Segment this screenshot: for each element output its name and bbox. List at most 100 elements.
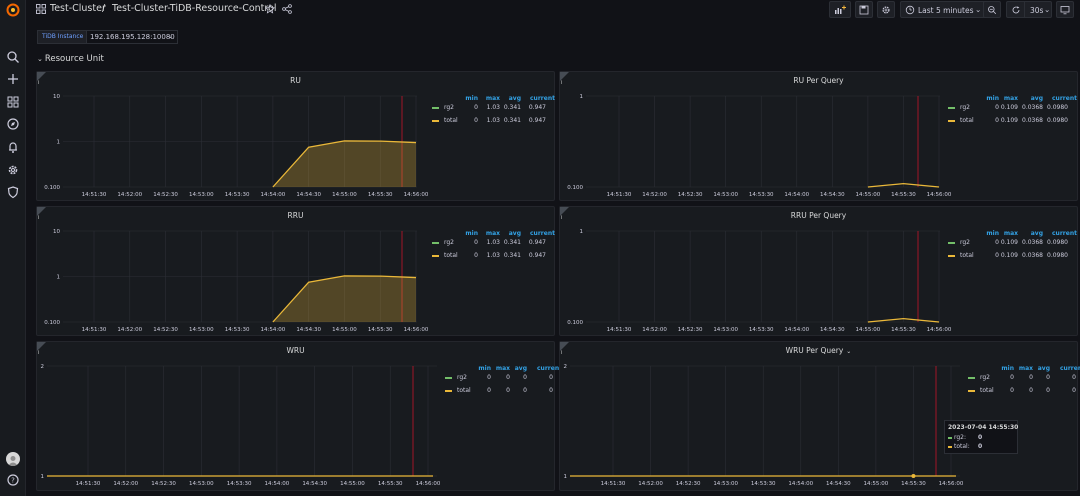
zoom-out-button[interactable] xyxy=(983,1,1001,18)
legend-row-total[interactable]: total 0 0 0 0 xyxy=(445,387,553,397)
panel-wru-per-query[interactable]: i WRU Per Query ⌄ 2 1 14:51:30 14:52:00 14:52:3… xyxy=(559,341,1080,491)
legend-value-avg: 0 xyxy=(1046,387,1050,394)
server-admin-shield-icon[interactable] xyxy=(6,185,20,199)
x-axis-tick-label: 14:52:30 xyxy=(153,327,178,333)
configuration-gear-icon[interactable] xyxy=(6,163,20,177)
time-range-picker[interactable]: Last 5 minutes ⌄ xyxy=(900,1,987,18)
legend-series-name: total xyxy=(960,252,974,259)
legend-value-current: 0 xyxy=(549,374,553,381)
legend-series-name: rg2 xyxy=(444,239,454,246)
dashboards-icon[interactable] xyxy=(6,95,20,109)
dashboard-title[interactable]: Test-Cluster-TiDB-Resource-Control xyxy=(112,3,277,14)
graph-plot[interactable]: 10 1 0.100 14:51:30 14:52:00 14:52:30 14:53:00… xyxy=(37,72,556,202)
legend-row-total[interactable]: total 0 1.03 0.341 0.947 xyxy=(432,252,552,262)
x-axis-tick-label: 14:55:30 xyxy=(891,192,916,198)
graph-plot[interactable]: 10 1 0.100 14:51:30 14:52:00 14:52:30 14:53:00… xyxy=(37,207,556,337)
refresh-button[interactable] xyxy=(1006,1,1024,18)
legend-row-total[interactable]: total 0 1.03 0.341 0.947 xyxy=(432,117,552,127)
x-axis-tick-label: 14:53:00 xyxy=(713,481,738,487)
x-axis-tick-label: 14:55:30 xyxy=(378,481,403,487)
legend-row-rg2[interactable]: rg2 0 0 0 0 xyxy=(445,374,553,384)
legend-row-total[interactable]: total 0 0 0 0 xyxy=(968,387,1076,397)
legend-swatch xyxy=(948,120,955,122)
legend-value-max: 0.109 xyxy=(1000,252,1018,259)
y-axis-tick-label: 1 xyxy=(580,229,584,235)
y-axis-tick-label: 0.100 xyxy=(567,320,583,326)
legend-swatch xyxy=(948,242,955,244)
x-axis-tick-label: 14:53:30 xyxy=(749,192,774,198)
tooltip-row-total: total: 0 xyxy=(948,443,1014,452)
x-axis-tick-label: 14:56:00 xyxy=(416,481,441,487)
graph-legend: min max avg current rg2 0 0.109 0.0368 0.0980 tot… xyxy=(948,95,1077,135)
graph-plot[interactable]: 1 0.100 14:51:30 14:52:00 14:52:30 14:53:00 14… xyxy=(560,207,1079,337)
x-axis-tick-label: 14:51:30 xyxy=(601,481,626,487)
legend-header-avg: avg xyxy=(1030,230,1043,237)
view-mode-button[interactable] xyxy=(1056,1,1074,18)
add-panel-button[interactable] xyxy=(829,1,851,18)
legend-row-total[interactable]: total 0 0.109 0.0368 0.0980 xyxy=(948,252,1075,262)
x-axis-tick-label: 14:51:30 xyxy=(82,192,107,198)
panel-wru[interactable]: i WRU 2 1 14:51:30 14:52:00 14:52:30 14:53:00 14… xyxy=(36,341,562,491)
star-favorite-icon[interactable] xyxy=(265,4,275,14)
x-axis-tick-label: 14:52:00 xyxy=(638,481,663,487)
chevron-down-icon: ⌄ xyxy=(1044,5,1051,14)
x-axis-tick-label: 14:53:00 xyxy=(713,327,738,333)
grafana-logo-icon[interactable] xyxy=(6,3,20,17)
legend-value-avg: 0.0368 xyxy=(1022,117,1043,124)
user-avatar[interactable] xyxy=(6,452,20,466)
legend-row-rg2[interactable]: rg2 0 0.109 0.0368 0.0980 xyxy=(948,104,1075,114)
legend-value-avg: 0.0368 xyxy=(1022,239,1043,246)
panel-ru-per-query[interactable]: i RU Per Query 1 0.100 14:51:30 14:52:00 14:52… xyxy=(559,71,1078,201)
legend-series-name: rg2 xyxy=(444,104,454,111)
variable-value: 192.168.195.128:10080 xyxy=(90,33,175,41)
variable-select-tidb-instance[interactable]: 192.168.195.128:10080 ⌄ xyxy=(86,30,178,44)
tooltip-series-name: total: xyxy=(954,443,970,450)
x-axis-tick-label: 14:52:30 xyxy=(676,481,701,487)
alerting-bell-icon[interactable] xyxy=(6,140,20,154)
search-icon[interactable] xyxy=(6,50,20,64)
legend-value-max: 1.03 xyxy=(486,117,500,124)
plus-icon[interactable] xyxy=(6,72,20,86)
legend-header-min: min xyxy=(465,95,478,102)
legend-value-avg: 0.341 xyxy=(503,252,521,259)
row-header-resource-unit[interactable]: ⌄ Resource Unit xyxy=(37,54,104,64)
x-axis-tick-label: 14:51:30 xyxy=(607,327,632,333)
explore-compass-icon[interactable] xyxy=(6,117,20,131)
x-axis-tick-label: 14:52:00 xyxy=(642,192,667,198)
legend-series-name: rg2 xyxy=(980,374,990,381)
share-icon[interactable] xyxy=(282,4,292,14)
graph-plot[interactable]: 1 0.100 14:51:30 14:52:00 14:52:30 14:53:00 14… xyxy=(560,72,1079,202)
legend-value-current: 0.947 xyxy=(528,117,546,124)
legend-row-total[interactable]: total 0 0.109 0.0368 0.0980 xyxy=(948,117,1075,127)
legend-row-rg2[interactable]: rg2 0 1.03 0.341 0.947 xyxy=(432,104,552,114)
panel-ru[interactable]: i RU 10 1 0.100 14:51:30 14:52:00 14:52:30 14:53… xyxy=(36,71,555,201)
refresh-icon xyxy=(1012,5,1019,13)
legend-header-current: current xyxy=(1060,365,1080,372)
legend-row-rg2[interactable]: rg2 0 0.109 0.0368 0.0980 xyxy=(948,239,1075,249)
legend-value-max: 0.109 xyxy=(1000,117,1018,124)
x-axis-tick-label: 14:54:00 xyxy=(265,481,290,487)
legend-row-rg2[interactable]: rg2 0 1.03 0.341 0.947 xyxy=(432,239,552,249)
legend-value-min: 0 xyxy=(474,104,478,111)
save-dashboard-button[interactable] xyxy=(855,1,873,18)
help-icon[interactable]: ? xyxy=(6,473,20,487)
panel-rru-per-query[interactable]: i RRU Per Query 1 0.100 14:51:30 14:52:00 14:5… xyxy=(559,206,1078,336)
x-axis-tick-label: 14:52:30 xyxy=(678,327,703,333)
legend-header-min: min xyxy=(478,365,491,372)
panel-rru[interactable]: i RRU 10 1 0.100 14:51:30 14:52:00 14:52:30 14:5… xyxy=(36,206,555,336)
breadcrumb-folder-link[interactable]: Test-Cluster xyxy=(50,3,106,14)
dashboard-settings-button[interactable] xyxy=(877,1,895,18)
legend-value-min: 0 xyxy=(474,252,478,259)
refresh-interval-label: 30s xyxy=(1030,6,1044,15)
y-axis-tick-label: 0.100 xyxy=(44,320,60,326)
breadcrumb-separator: / xyxy=(102,3,106,14)
variable-label-tidb-instance: TiDB Instance xyxy=(37,30,89,44)
chevron-down-icon: ⌄ xyxy=(37,55,43,63)
legend-row-rg2[interactable]: rg2 0 0 0 0 xyxy=(968,374,1076,384)
save-icon xyxy=(859,5,869,14)
legend-value-current: 0.0980 xyxy=(1047,239,1068,246)
y-axis-tick-label: 2 xyxy=(564,364,568,370)
refresh-interval-picker[interactable]: 30s ⌄ xyxy=(1024,1,1052,18)
x-axis-tick-label: 14:55:00 xyxy=(856,327,881,333)
tooltip-series-value: 0 xyxy=(978,434,983,441)
